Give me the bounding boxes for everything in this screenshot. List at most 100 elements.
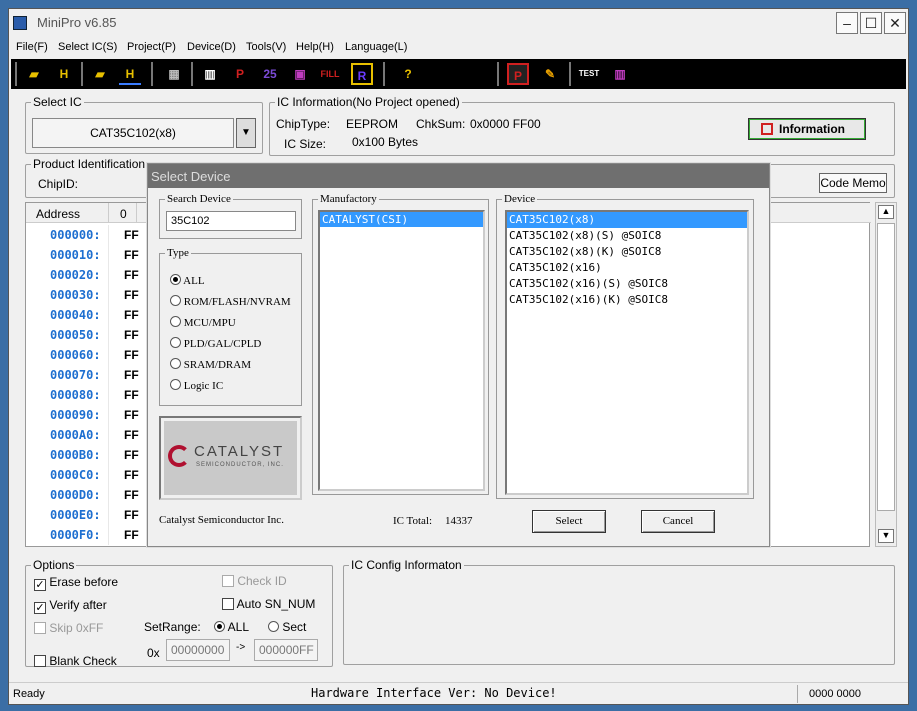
save-project-icon[interactable]: H (119, 63, 141, 85)
ic-total-value: 14337 (445, 515, 473, 527)
row-value[interactable]: FF (124, 228, 139, 242)
menu-file[interactable]: File(F) (16, 41, 48, 53)
erase-before-checkbox[interactable]: ✓ Erase before (34, 575, 118, 591)
menu-language[interactable]: Language(L) (345, 41, 407, 53)
edit-icon[interactable]: ✎ (539, 63, 561, 85)
manufacturer-item[interactable]: CATALYST(CSI) (320, 212, 483, 227)
row-value[interactable]: FF (124, 388, 139, 402)
menu-select-ic[interactable]: Select IC(S) (58, 41, 117, 53)
type-radio[interactable]: PLD/GAL/CPLD (170, 337, 261, 350)
row-value[interactable]: FF (124, 268, 139, 282)
table-row[interactable]: 000050: FF (26, 325, 139, 345)
range-all-radio[interactable]: ALL (214, 620, 249, 634)
chip-read-icon[interactable]: ▥ (199, 63, 221, 85)
menu-tools[interactable]: Tools(V) (246, 41, 286, 53)
open-file-icon[interactable]: ▰ (23, 63, 45, 85)
chip-program-icon[interactable]: P (229, 63, 251, 85)
check-id-checkbox[interactable]: Check ID (222, 574, 287, 588)
table-row[interactable]: 000000: FF (26, 225, 139, 245)
row-value[interactable]: FF (124, 488, 139, 502)
device-item[interactable]: CAT35C102(x8)(S) @SOIC8 (507, 228, 747, 244)
verify-after-checkbox[interactable]: ✓ Verify after (34, 598, 107, 614)
table-row[interactable]: 000090: FF (26, 405, 139, 425)
row-value[interactable]: FF (124, 408, 139, 422)
type-radio[interactable]: SRAM/DRAM (170, 358, 251, 371)
device-item[interactable]: CAT35C102(x16)(K) @SOIC8 (507, 292, 747, 308)
maximize-button[interactable]: ☐ (860, 12, 882, 34)
table-row[interactable]: 0000D0: FF (26, 485, 139, 505)
type-radio[interactable]: MCU/MPU (170, 316, 236, 329)
hex-scrollbar[interactable]: ▲ ▼ (875, 202, 897, 547)
type-radio[interactable]: Logic IC (170, 379, 223, 392)
select-button[interactable]: Select (532, 510, 606, 533)
table-row[interactable]: 0000F0: FF (26, 525, 139, 545)
device-list[interactable]: CAT35C102(x8) CAT35C102(x8)(S) @SOIC8 CAT3… (505, 210, 749, 495)
scroll-down-icon[interactable]: ▼ (878, 529, 894, 543)
row-value[interactable]: FF (124, 508, 139, 522)
chip-verify-icon[interactable]: 25 (259, 63, 281, 85)
search-device-input[interactable]: 35C102 (166, 211, 296, 231)
close-button[interactable]: ✕ (884, 12, 906, 34)
row-value[interactable]: FF (124, 288, 139, 302)
table-row[interactable]: 000040: FF (26, 305, 139, 325)
cancel-button[interactable]: Cancel (641, 510, 715, 533)
table-row[interactable]: 0000C0: FF (26, 465, 139, 485)
row-value[interactable]: FF (124, 428, 139, 442)
table-row[interactable]: 0000B0: FF (26, 445, 139, 465)
dropdown-arrow-icon[interactable]: ▼ (236, 118, 256, 148)
code-memo-button[interactable]: Code Memo (819, 173, 887, 193)
table-row[interactable]: 0000E0: FF (26, 505, 139, 525)
menu-help[interactable]: Help(H) (296, 41, 334, 53)
device-item[interactable]: CAT35C102(x16)(S) @SOIC8 (507, 276, 747, 292)
row-value[interactable]: FF (124, 468, 139, 482)
status-bar: Ready Hardware Interface Ver: No Device!… (9, 682, 908, 704)
range-to-input[interactable]: 000000FF (254, 639, 318, 661)
test-icon[interactable]: TEST (575, 63, 603, 85)
r-icon[interactable]: R (351, 63, 373, 85)
scroll-thumb[interactable] (877, 223, 895, 511)
menu-device[interactable]: Device(D) (187, 41, 236, 53)
skip-0xff-checkbox[interactable]: Skip 0xFF (34, 621, 103, 635)
table-row[interactable]: 000010: FF (26, 245, 139, 265)
device-item[interactable]: CAT35C102(x16) (507, 260, 747, 276)
auto-sn-checkbox[interactable]: Auto SN_NUM (222, 597, 315, 611)
range-from-input[interactable]: 00000000 (166, 639, 230, 661)
type-radio[interactable]: ALL (170, 274, 205, 287)
table-row[interactable]: 000060: FF (26, 345, 139, 365)
selected-ic-field[interactable]: CAT35C102(x8) (32, 118, 234, 148)
table-row[interactable]: 0000A0: FF (26, 425, 139, 445)
project-p-icon[interactable]: P (507, 63, 529, 85)
table-row[interactable]: 000020: FF (26, 265, 139, 285)
table-row[interactable]: 000070: FF (26, 365, 139, 385)
information-button[interactable]: Information (748, 118, 866, 140)
table-row[interactable]: 000030: FF (26, 285, 139, 305)
row-value[interactable]: FF (124, 448, 139, 462)
row-value[interactable]: FF (124, 368, 139, 382)
minimize-button[interactable]: – (836, 12, 858, 34)
erase-before-label: Erase before (49, 575, 119, 589)
range-sect-radio[interactable]: Sect (268, 620, 306, 634)
type-radio[interactable]: ROM/FLASH/NVRAM (170, 295, 291, 308)
manufacturer-list[interactable]: CATALYST(CSI) (318, 210, 485, 491)
menu-project[interactable]: Project(P) (127, 41, 176, 53)
help-icon[interactable]: ? (397, 63, 419, 85)
device-item[interactable]: CAT35C102(x8) (507, 212, 747, 228)
row-value[interactable]: FF (124, 348, 139, 362)
chip-blank-icon[interactable]: ▣ (289, 63, 311, 85)
save-file-icon[interactable]: H (53, 63, 75, 85)
ic-test-icon[interactable]: ▥ (609, 63, 631, 85)
open-project-icon[interactable]: ▰ (89, 63, 111, 85)
row-value[interactable]: FF (124, 328, 139, 342)
row-value[interactable]: FF (124, 308, 139, 322)
device-item[interactable]: CAT35C102(x8)(K) @SOIC8 (507, 244, 747, 260)
blank-check-checkbox[interactable]: Blank Check (34, 654, 117, 668)
title-bar[interactable]: MiniPro v6.85 – ☐ ✕ (9, 9, 908, 37)
row-value[interactable]: FF (124, 248, 139, 262)
status-position: 0000 0000 (809, 688, 861, 700)
calculator-icon[interactable]: ▦ (163, 63, 185, 85)
fill-icon[interactable]: FILL (319, 63, 341, 85)
row-address: 0000E0: (50, 508, 101, 522)
table-row[interactable]: 000080: FF (26, 385, 139, 405)
row-value[interactable]: FF (124, 528, 139, 542)
scroll-up-icon[interactable]: ▲ (878, 205, 894, 219)
